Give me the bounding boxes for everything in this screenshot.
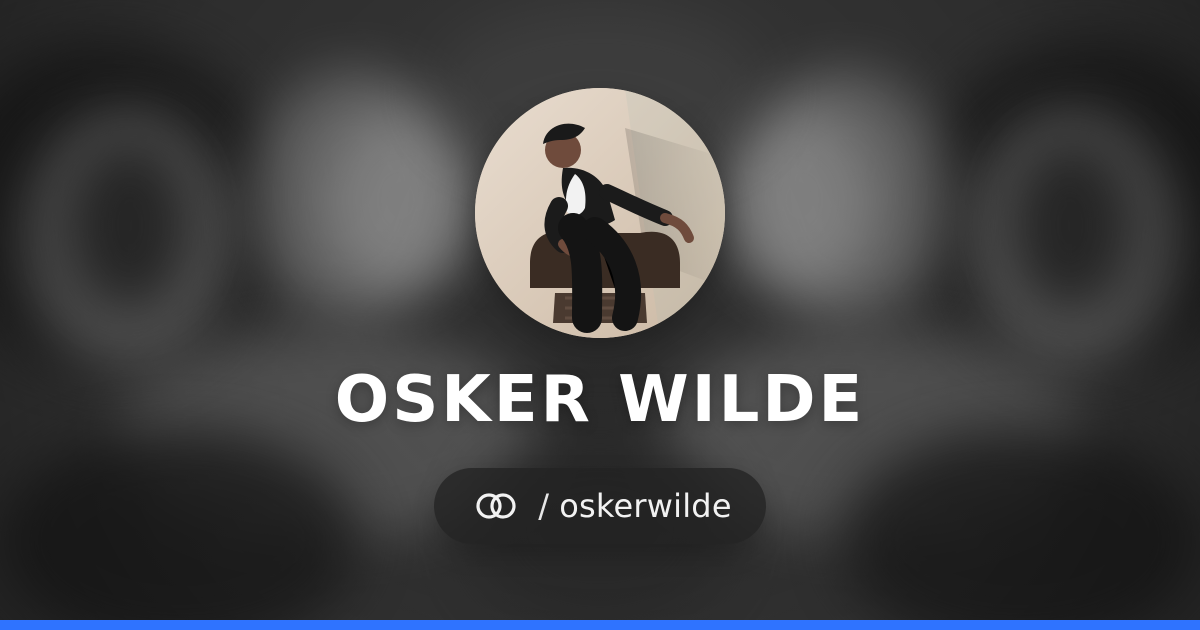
handle-username: oskerwilde	[559, 487, 732, 525]
handle-separator: /	[538, 487, 550, 525]
avatar-illustration	[475, 88, 725, 338]
profile-handle: / oskerwilde	[538, 490, 731, 522]
share-card: OSKER WILDE / oskerwilde	[0, 0, 1200, 630]
bottom-accent-bar	[0, 620, 1200, 630]
profile-name: OSKER WILDE	[334, 363, 866, 437]
linktree-rings-icon	[468, 489, 524, 523]
profile-avatar	[475, 88, 725, 338]
profile-card-content: OSKER WILDE / oskerwilde	[0, 0, 1200, 630]
profile-handle-pill[interactable]: / oskerwilde	[434, 468, 766, 544]
